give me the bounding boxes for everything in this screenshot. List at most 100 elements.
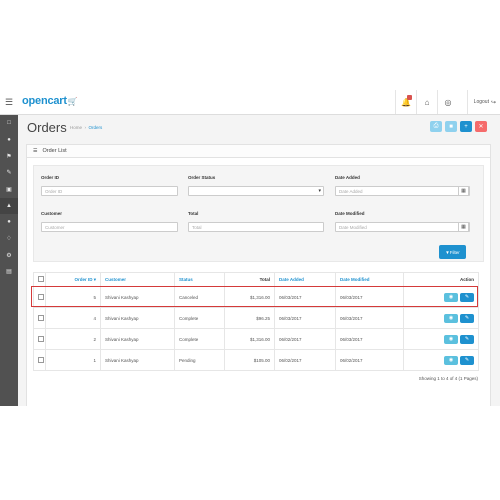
add-order-button[interactable]: + [460, 121, 472, 132]
view-eye-icon[interactable]: ◉ [444, 313, 458, 323]
orders-table: Order ID ▾ Customer Status Total Date Ad… [33, 272, 479, 371]
date-added-cell: 06/02/2017 [274, 349, 336, 371]
sidebar-item-users[interactable]: ● [0, 132, 18, 149]
order-id-label: Order ID [41, 175, 60, 180]
panel-heading: ☰ Order List [27, 145, 490, 158]
order-id-input[interactable]: Order ID [41, 186, 178, 196]
alert-badge [407, 95, 412, 100]
action-cell: ◉ ✎ [403, 307, 479, 329]
table-row: 5 Shivani Kashyap Canceled $1,316.00 06/… [33, 286, 479, 308]
customer-input[interactable]: Customer [41, 222, 178, 232]
date-added-input[interactable]: Date Added ▦ [335, 186, 470, 196]
page-title: Orders [27, 120, 67, 135]
list-icon: ☰ [33, 148, 38, 154]
sidebar-item-system[interactable]: ⚙ [0, 247, 18, 264]
col-date-modified[interactable]: Date Modified [335, 272, 404, 287]
status-cell: Pending [174, 349, 225, 371]
sidebar-item-reports[interactable]: ▤ [0, 264, 18, 281]
menu-toggle-icon[interactable]: ☰ [0, 90, 18, 114]
date-modified-cell: 06/03/2017 [335, 307, 404, 329]
date-modified-cell: 06/03/2017 [335, 286, 404, 308]
row-checkbox[interactable] [33, 349, 46, 371]
row-checkbox[interactable] [33, 307, 46, 329]
edit-pencil-icon[interactable]: ✎ [460, 313, 474, 323]
total-cell: $1,316.00 [224, 328, 275, 350]
delete-button[interactable]: ✕ [475, 121, 487, 132]
sidebar-item-catalog[interactable]: ⚑ [0, 148, 18, 165]
edit-pencil-icon[interactable]: ✎ [460, 292, 474, 302]
date-modified-cell: 06/02/2017 [335, 349, 404, 371]
filter-form: Order ID Order ID Order Status ▾ Date Ad… [33, 165, 484, 262]
home-icon[interactable]: ⌂ [416, 90, 437, 114]
print-invoice-button[interactable]: ⎙ [430, 121, 442, 132]
row-checkbox[interactable] [33, 328, 46, 350]
chevron-down-icon: ▾ [318, 188, 321, 194]
order-id-cell: 4 [45, 307, 101, 329]
customer-cell: Shivani Kashyap [100, 286, 175, 308]
date-modified-cell: 06/03/2017 [335, 328, 404, 350]
opencart-logo[interactable]: opencart🛒 [22, 95, 78, 107]
sign-out-icon: ↪ [490, 99, 496, 106]
action-cell: ◉ ✎ [403, 286, 479, 308]
order-id-cell: 2 [45, 328, 101, 350]
sidebar-item-design[interactable]: ▣ [0, 181, 18, 198]
top-header: ☰ opencart🛒 🔔 ⌂ ◎ Logout ↪ [0, 90, 500, 115]
table-row: 2 Shivani Kashyap Complete $1,316.00 06/… [33, 328, 479, 350]
sidebar-item-customers[interactable]: ● [0, 214, 18, 231]
breadcrumb-orders[interactable]: Orders [89, 125, 103, 130]
help-lifebuoy-icon[interactable]: ◎ [437, 90, 458, 114]
order-status-label: Order Status [188, 175, 216, 180]
col-action: Action [403, 272, 479, 287]
table-header-row: Order ID ▾ Customer Status Total Date Ad… [33, 272, 479, 287]
customer-label: Customer [41, 211, 63, 216]
status-cell: Complete [174, 328, 225, 350]
col-total[interactable]: Total [224, 272, 275, 287]
logout-link[interactable]: Logout ↪ [466, 90, 500, 114]
customer-cell: Shivani Kashyap [100, 349, 175, 371]
total-label: Total [188, 211, 199, 216]
date-added-cell: 06/02/2017 [274, 328, 336, 350]
order-id-cell: 1 [45, 349, 101, 371]
col-customer[interactable]: Customer [100, 272, 175, 287]
date-added-cell: 06/03/2017 [274, 286, 336, 308]
action-cell: ◉ ✎ [403, 349, 479, 371]
edit-pencil-icon[interactable]: ✎ [460, 334, 474, 344]
total-input[interactable]: Total [188, 222, 324, 232]
status-cell: Canceled [174, 286, 225, 308]
edit-pencil-icon[interactable]: ✎ [460, 355, 474, 365]
order-status-select[interactable]: ▾ [188, 186, 324, 196]
total-cell: $105.00 [224, 349, 275, 371]
print-shipping-button[interactable]: ■ [445, 121, 457, 132]
view-eye-icon[interactable]: ◉ [444, 334, 458, 344]
notification-bell-icon[interactable]: 🔔 [395, 90, 416, 114]
select-all-checkbox[interactable] [33, 272, 46, 287]
date-added-label: Date Added [335, 175, 360, 180]
calendar-icon[interactable]: ▦ [458, 222, 469, 232]
view-eye-icon[interactable]: ◉ [444, 355, 458, 365]
customer-cell: Shivani Kashyap [100, 307, 175, 329]
action-cell: ◉ ✎ [403, 328, 479, 350]
col-status[interactable]: Status [174, 272, 225, 287]
calendar-icon[interactable]: ▦ [458, 186, 469, 196]
breadcrumb-home[interactable]: Home [70, 125, 82, 130]
table-row: 1 Shivani Kashyap Pending $105.00 06/02/… [33, 349, 479, 371]
row-checkbox[interactable] [33, 286, 46, 308]
sidebar: □ ● ⚑ ✎ ▣ ▲ ● ♢ ⚙ ▤ [0, 115, 18, 406]
sidebar-item-dashboard[interactable]: □ [0, 115, 18, 132]
total-cell: $96.25 [224, 307, 275, 329]
col-date-added[interactable]: Date Added [274, 272, 336, 287]
col-order-id[interactable]: Order ID ▾ [45, 272, 101, 287]
view-eye-icon[interactable]: ◉ [444, 292, 458, 302]
sidebar-item-extensions[interactable]: ✎ [0, 165, 18, 182]
filter-button[interactable]: ▼ Filter [439, 245, 466, 259]
pagination-summary: Showing 1 to 4 of 4 (1 Pages) [418, 376, 478, 381]
breadcrumb: Home › Orders [70, 125, 103, 130]
customer-cell: Shivani Kashyap [100, 328, 175, 350]
date-modified-input[interactable]: Date Modified ▦ [335, 222, 470, 232]
date-added-cell: 06/03/2017 [274, 307, 336, 329]
sidebar-item-sales[interactable]: ▲ [0, 197, 18, 214]
sidebar-item-marketing[interactable]: ♢ [0, 231, 18, 248]
toolbar: ⎙ ■ + ✕ [430, 121, 487, 132]
total-cell: $1,316.00 [224, 286, 275, 308]
table-row: 4 Shivani Kashyap Complete $96.25 06/03/… [33, 307, 479, 329]
